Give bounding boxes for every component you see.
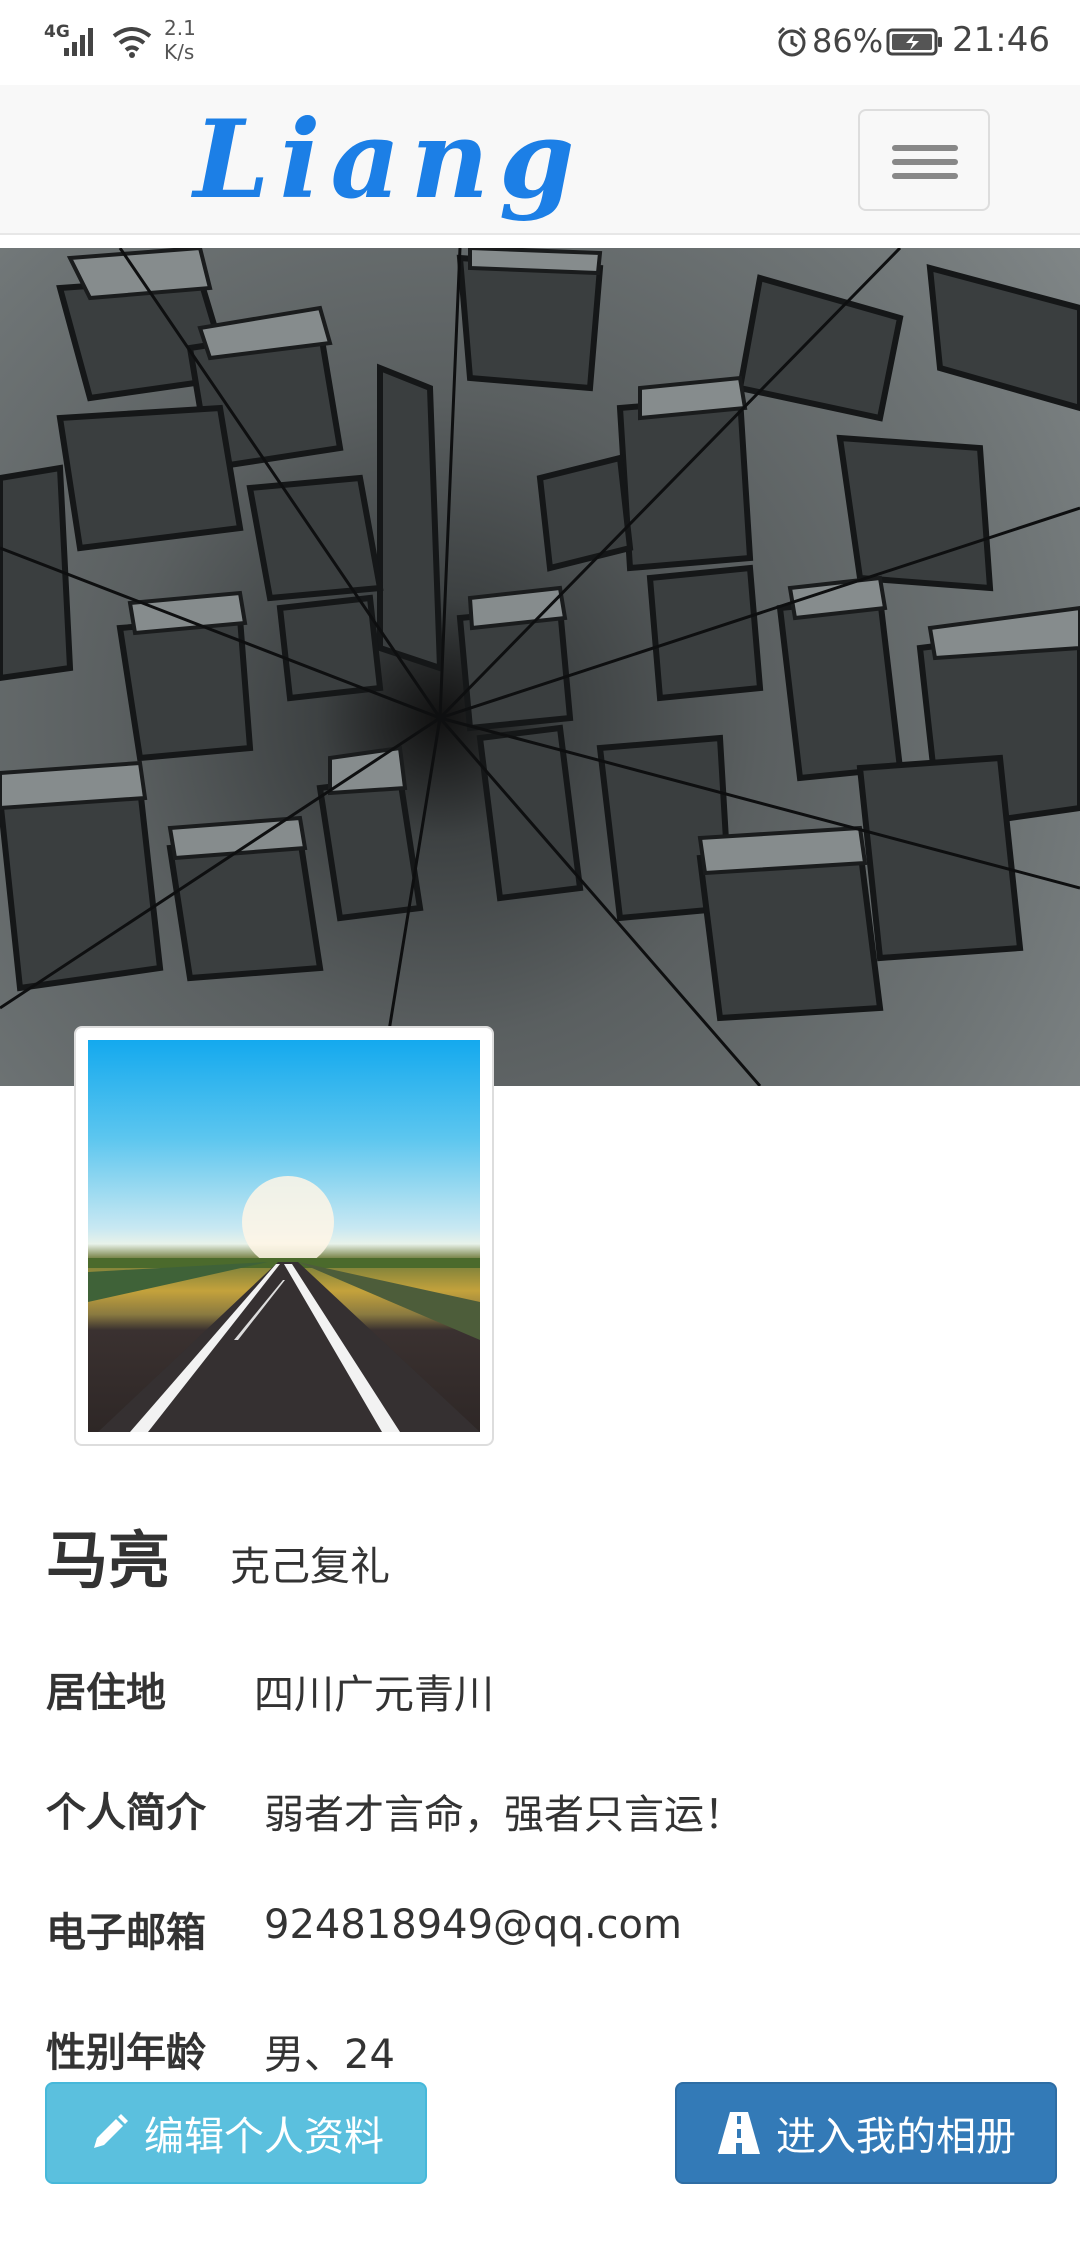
brand-logo-text: Liang [193,97,585,223]
status-bar: 4G 2.1 K/s 86% 21:46 [0,0,1080,85]
avatar-road-scene [88,1176,480,1432]
residence-value: 四川广元青川 [254,1672,494,1718]
hamburger-icon-bar [892,173,958,179]
network-speed-unit: K/s [164,40,195,64]
network-speed-value: 2.1 [164,16,196,40]
hamburger-icon-bar [892,159,958,165]
residence-label: 居住地 [46,1670,166,1716]
avatar-photo [88,1040,480,1432]
alarm-clock-icon [777,26,807,57]
gender-age-label: 性别年龄 [46,2030,206,2076]
clock-time: 21:46 [952,20,1050,60]
wifi-icon [112,27,152,58]
bio-value: 弱者才言命，强者只言运！ [264,1792,744,1838]
battery-percent: 86% [812,22,884,60]
network-speed: 2.1 K/s [164,16,214,64]
open-album-button[interactable]: 进入我的相册 [675,2082,1057,2184]
profile-name: 马亮 [46,1524,171,1597]
email-label: 电子邮箱 [46,1910,206,1956]
avatar[interactable] [74,1026,494,1446]
battery-charging-icon [886,28,942,56]
network-type-label: 4G [44,22,70,42]
edit-profile-label: 编辑个人资料 [144,2114,384,2160]
cover-image-pattern [0,248,1080,1086]
brand-logo[interactable]: Liang [114,101,664,219]
profile-motto: 克己复礼 [230,1544,390,1590]
navbar-menu-toggle-button[interactable] [858,109,990,211]
email-value: 924818949@qq.com [264,1902,682,1948]
pencil-icon [94,2114,128,2148]
gender-age-value: 男、24 [264,2032,395,2078]
hamburger-icon [892,145,958,151]
open-album-label: 进入我的相册 [776,2114,1016,2160]
edit-profile-button[interactable]: 编辑个人资料 [45,2082,427,2184]
road-icon [718,2112,760,2154]
profile-cover-image [0,248,1080,1086]
bio-label: 个人简介 [46,1790,206,1836]
navbar: Liang [0,85,1080,235]
